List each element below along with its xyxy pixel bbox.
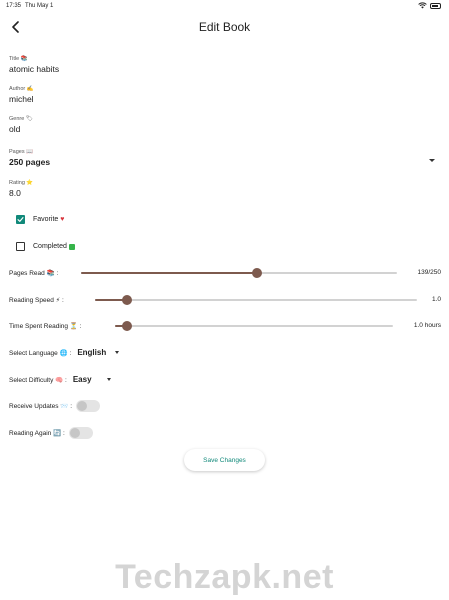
reading-speed-label: Reading Speed ⚡ : <box>9 297 64 304</box>
language-dropdown-arrow-icon[interactable] <box>115 351 120 354</box>
status-bar: 17:35 Thu May 1 <box>0 0 449 12</box>
page-title: Edit Book <box>198 20 251 34</box>
watermark: Techzapk.net <box>115 558 334 596</box>
pages-read-slider-thumb[interactable] <box>251 268 262 278</box>
check-emoji-icon <box>68 243 75 250</box>
status-date: Thu May 1 <box>25 3 54 9</box>
completed-text: Completed <box>33 243 67 250</box>
save-changes-button[interactable]: Save Changes <box>184 449 265 471</box>
completed-label: Completed <box>33 243 75 250</box>
reading-again-switch[interactable] <box>68 427 93 439</box>
favorite-checkbox-row[interactable]: Favorite ♥ <box>16 215 64 224</box>
pages-read-value: 139/250 <box>417 269 442 276</box>
status-icons <box>418 2 441 9</box>
time-spent-label: Time Spent Reading ⏳ : <box>9 323 82 330</box>
wifi-icon <box>418 2 427 9</box>
difficulty-select-row: Select Difficulty 🧠 : Easy <box>9 375 111 384</box>
author-input[interactable]: michel <box>9 94 439 105</box>
receive-updates-label: Receive Updates 📨 : <box>9 403 73 410</box>
time-spent-slider[interactable] <box>115 321 393 331</box>
pages-read-slider[interactable] <box>81 268 397 278</box>
difficulty-select[interactable]: Easy <box>73 375 92 384</box>
author-field[interactable]: Author ✍️ michel <box>9 86 439 105</box>
favorite-label: Favorite ♥ <box>33 216 64 223</box>
checkmark-icon <box>17 217 24 222</box>
completed-checkbox[interactable] <box>16 242 25 251</box>
title-label: Title 📚 <box>9 56 28 62</box>
switch-knob <box>77 401 88 411</box>
battery-icon <box>430 2 441 9</box>
difficulty-dropdown-arrow-icon[interactable] <box>106 378 111 381</box>
dropdown-arrow-icon[interactable] <box>429 159 435 162</box>
reading-speed-slider-row: Reading Speed ⚡ : 1.0 <box>9 293 441 307</box>
pages-dropdown[interactable]: Pages 📖 250 pages <box>9 149 439 168</box>
receive-updates-switch[interactable] <box>76 400 101 412</box>
reading-speed-slider-thumb[interactable] <box>122 295 133 305</box>
reading-speed-value: 1.0 <box>431 296 441 303</box>
favorite-checkbox[interactable] <box>16 215 25 224</box>
language-select[interactable]: English <box>77 348 106 357</box>
rating-field[interactable]: Rating ⭐ 8.0 <box>9 180 439 199</box>
rating-label: Rating ⭐ <box>9 180 34 186</box>
pages-label: Pages 📖 <box>9 149 33 155</box>
title-field[interactable]: Title 📚 atomic habits <box>9 56 439 75</box>
difficulty-label: Select Difficulty 🧠 : <box>9 376 67 384</box>
favorite-text: Favorite <box>33 216 59 223</box>
receive-updates-row: Receive Updates 📨 : <box>9 400 101 412</box>
genre-field[interactable]: Genre 🏷 old <box>9 116 439 135</box>
pages-value[interactable]: 250 pages <box>9 157 439 168</box>
genre-input[interactable]: old <box>9 124 439 135</box>
time-spent-slider-row: Time Spent Reading ⏳ : 1.0 hours <box>9 319 441 333</box>
switch-knob <box>69 428 80 438</box>
language-label: Select Language 🌐 : <box>9 349 72 357</box>
time-spent-slider-thumb[interactable] <box>121 321 132 331</box>
reading-again-row: Reading Again 🔄 : <box>9 427 93 439</box>
pages-read-slider-row: Pages Read 📚 : 139/250 <box>9 266 441 280</box>
pages-read-slider-fill <box>81 272 257 274</box>
reading-speed-slider[interactable] <box>95 295 417 305</box>
rating-input[interactable]: 8.0 <box>9 188 439 199</box>
status-time: 17:35 <box>6 3 22 9</box>
heart-icon: ♥ <box>60 216 65 223</box>
completed-checkbox-row[interactable]: Completed <box>16 242 75 251</box>
time-spent-value: 1.0 hours <box>413 322 441 329</box>
genre-label: Genre 🏷 <box>9 116 33 122</box>
language-select-row: Select Language 🌐 : English <box>9 348 120 357</box>
title-input[interactable]: atomic habits <box>9 64 439 75</box>
pages-read-label: Pages Read 📚 : <box>9 270 59 277</box>
reading-again-label: Reading Again 🔄 : <box>9 430 65 437</box>
edit-book-screen: 17:35 Thu May 1 Edit Book Title 📚 atomic… <box>0 0 449 600</box>
author-label: Author ✍️ <box>9 86 34 92</box>
